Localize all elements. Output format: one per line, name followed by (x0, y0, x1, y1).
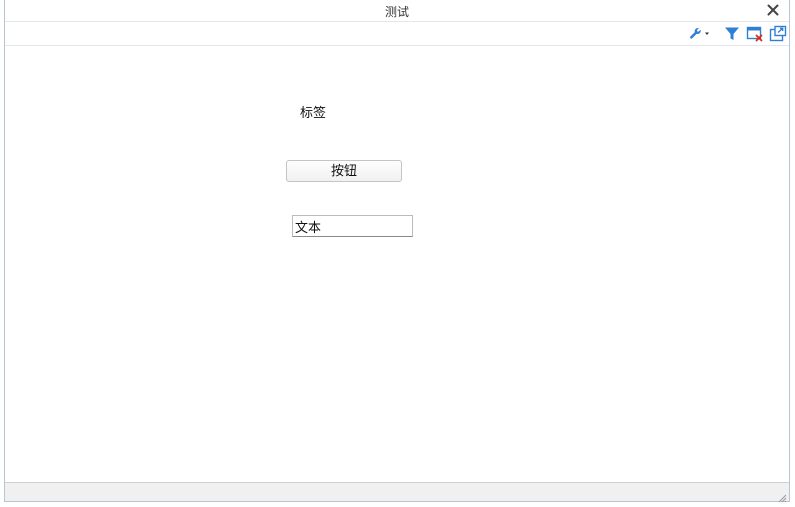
settings-dropdown-button[interactable] (688, 25, 712, 43)
toolbar (5, 22, 789, 46)
window-title: 测试 (384, 5, 409, 19)
wrench-dropdown-icon (690, 27, 709, 39)
background-window-edge-right (790, 0, 795, 506)
popout-button[interactable] (769, 25, 787, 43)
filter-icon (725, 27, 739, 40)
close-icon (767, 4, 779, 16)
dialog-window: 测试 标签 按钮 文本 (4, 0, 790, 503)
status-bar (5, 482, 789, 503)
close-button[interactable] (765, 2, 781, 18)
form-button[interactable]: 按钮 (286, 160, 402, 182)
text-input[interactable] (292, 215, 413, 237)
resize-grip[interactable] (775, 488, 787, 503)
filter-button[interactable] (723, 25, 741, 43)
form-label: 标签 (300, 106, 327, 121)
title-bar[interactable]: 测试 (5, 0, 789, 22)
form-panel: 标签 按钮 (5, 46, 789, 482)
clear-window-button[interactable] (746, 25, 764, 43)
clear-window-icon (746, 26, 763, 42)
resize-grip-icon (778, 494, 787, 503)
popout-icon (769, 25, 787, 42)
